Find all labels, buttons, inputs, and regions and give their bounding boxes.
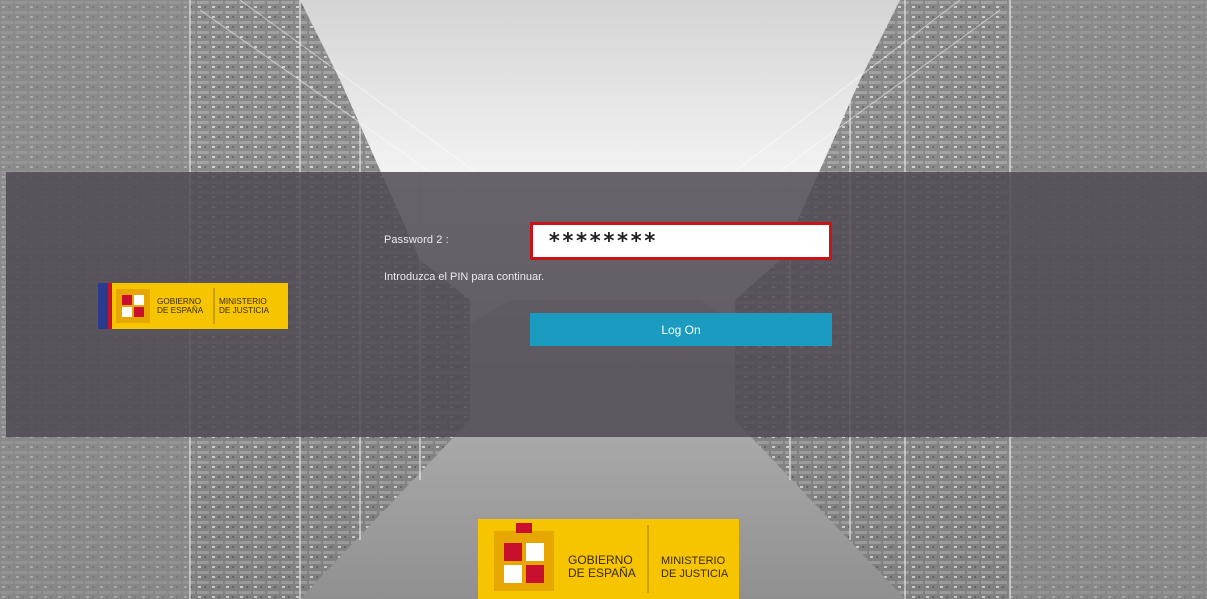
bottom-logo-text-justicia: DE JUSTICIA [661,568,729,580]
government-logo: GOBIERNO DE ESPAÑA MINISTERIO DE JUSTICI… [98,283,288,329]
logo-text-espana: DE ESPAÑA [157,305,204,315]
logo-text-ministerio: MINISTERIO [219,297,267,306]
log-on-button[interactable]: Log On [530,313,832,346]
coat-of-arms-icon [494,523,554,591]
logo-text-gobierno: GOBIERNO [157,297,201,306]
password-label: Password 2 : [384,234,449,246]
bottom-logo-text-espana: DE ESPAÑA [568,566,636,580]
password-input[interactable] [530,222,832,260]
government-logo-bottom: GOBIERNO DE ESPAÑA MINISTERIO DE JUSTICI… [478,519,739,599]
logo-text-justicia: DE JUSTICIA [219,306,270,315]
coat-of-arms-icon [116,289,150,323]
bottom-logo-text-gobierno: GOBIERNO [568,553,633,567]
pin-hint-text: Introduzca el PIN para continuar. [384,271,545,283]
bottom-logo-text-ministerio: MINISTERIO [661,555,726,567]
eu-flag-strip-icon [98,283,112,329]
